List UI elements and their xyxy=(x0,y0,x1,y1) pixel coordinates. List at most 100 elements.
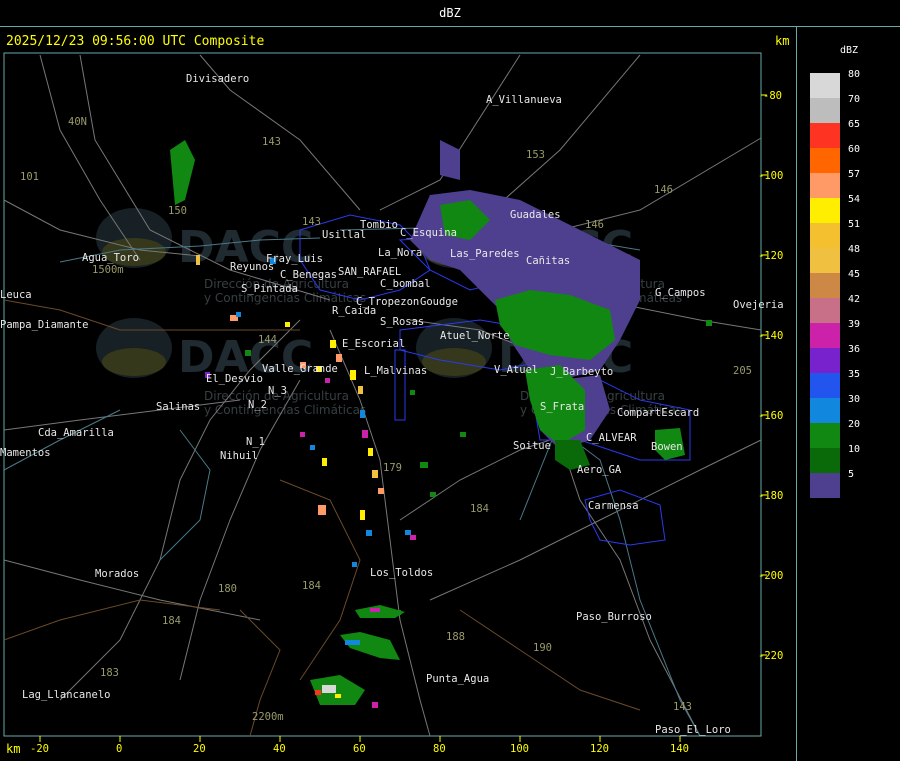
place-c-bombal: C_bombal xyxy=(380,278,431,290)
radar-map[interactable]: DACC DACC DACC DACC Dirección de Agricul… xyxy=(0,0,797,761)
place-el-desvio: El_Desvio xyxy=(206,373,263,385)
legend-label: 51 xyxy=(848,219,861,230)
legend-swatch xyxy=(810,248,840,273)
legend-swatch xyxy=(810,473,840,498)
place-s-rosas: S_Rosas xyxy=(380,316,424,328)
place-v-atuel: V_Atuel xyxy=(494,364,538,376)
place-g-campos: G_Campos xyxy=(655,287,706,299)
place-c-alvear: C_ALVEAR xyxy=(586,432,637,444)
place-ovejeria: Ovejeria xyxy=(733,299,784,311)
svg-text:143: 143 xyxy=(673,701,692,713)
place-los-toldos: Los_Toldos xyxy=(370,567,433,579)
svg-text:188: 188 xyxy=(446,631,465,643)
x-tick-label: 20 xyxy=(193,743,206,755)
legend-swatch xyxy=(810,323,840,348)
place-salinas: Salinas xyxy=(156,401,200,413)
y-unit-label: km xyxy=(775,34,790,48)
svg-text:183: 183 xyxy=(100,667,119,679)
legend-label: 48 xyxy=(848,244,861,255)
legend-label: 70 xyxy=(848,94,861,105)
svg-text:184: 184 xyxy=(470,503,489,515)
y-tick-label: -200 xyxy=(758,570,783,582)
place-a-villanueva: A_Villanueva xyxy=(486,94,562,106)
legend-swatch xyxy=(810,148,840,173)
place-aero-ga: Aero_GA xyxy=(577,464,622,476)
svg-text:153: 153 xyxy=(526,149,545,161)
place-las-paredes: Las_Paredes xyxy=(450,248,520,260)
legend-swatch xyxy=(810,373,840,398)
svg-text:146: 146 xyxy=(654,184,673,196)
svg-text:179: 179 xyxy=(383,462,402,474)
place-bowen: Bowen xyxy=(651,441,683,453)
x-tick-label: 140 xyxy=(670,743,689,755)
svg-text:40N: 40N xyxy=(68,116,87,128)
svg-text:2200m: 2200m xyxy=(252,711,284,723)
place-compartescard: CompartEscard xyxy=(617,407,699,419)
svg-text:143: 143 xyxy=(302,216,321,228)
place-agua-toro: Agua_Toro xyxy=(82,252,139,264)
place-n-1: N_1 xyxy=(246,436,265,448)
place-j-barbeyto: J_Barbeyto xyxy=(550,366,613,378)
place-punta-agua: Punta_Agua xyxy=(426,673,489,685)
place-mamentos: Mamentos xyxy=(0,447,51,459)
place-tombio: Tombio xyxy=(360,219,398,231)
place-valle-grande: Valle_Grande xyxy=(262,363,338,375)
place-c-esquina: C_Esquina xyxy=(400,227,457,239)
place-lag-llancanelo: Lag_Llancanelo xyxy=(22,689,111,701)
legend-swatch xyxy=(810,298,840,323)
svg-text:143: 143 xyxy=(262,136,281,148)
x-unit-label: km xyxy=(6,742,21,756)
legend-label: 45 xyxy=(848,269,861,280)
legend-label: 54 xyxy=(848,194,861,205)
svg-text:184: 184 xyxy=(162,615,181,627)
place-canitas: Cañitas xyxy=(526,255,570,267)
place-pampa-diamante: Pampa_Diamante xyxy=(0,319,89,331)
legend-label: 36 xyxy=(848,344,861,355)
x-axis: -20 0 20 40 60 80 100 120 140 xyxy=(30,736,689,755)
legend-swatch xyxy=(810,198,840,223)
place-leuca: Leuca xyxy=(0,289,32,301)
svg-text:150: 150 xyxy=(168,205,187,217)
x-tick-label: 120 xyxy=(590,743,609,755)
legend-swatch xyxy=(810,348,840,373)
legend-label: 10 xyxy=(848,444,861,455)
place-r-caida: R_Caida xyxy=(332,305,376,317)
legend-swatch xyxy=(810,273,840,298)
x-tick-label: 40 xyxy=(273,743,286,755)
legend-label: 80 xyxy=(848,69,861,80)
place-cda-amarilla: Cda_Amarilla xyxy=(38,427,114,439)
legend-title: dBZ xyxy=(840,45,859,56)
legend-swatch xyxy=(810,98,840,123)
place-c-benegas: C_Benegas xyxy=(280,269,337,281)
svg-text:184: 184 xyxy=(302,580,321,592)
place-l-malvinas: L_Malvinas xyxy=(364,365,427,377)
place-s-pintada: S_Pintada xyxy=(241,283,298,295)
place-paso-el-loro: Paso_El_Loro xyxy=(655,724,731,736)
place-s-frata: S_Frata xyxy=(540,401,584,413)
legend-label: 65 xyxy=(848,119,861,130)
place-n-2: N_2 xyxy=(248,399,267,411)
place-morados: Morados xyxy=(95,568,139,580)
legend-label: 39 xyxy=(848,319,861,330)
svg-text:190: 190 xyxy=(533,642,552,654)
timestamp-label: 2025/12/23 09:56:00 UTC Composite xyxy=(6,34,265,49)
place-n-3: N_3 xyxy=(268,385,287,397)
place-goudge: Goudge xyxy=(420,296,458,308)
svg-text:146: 146 xyxy=(585,219,604,231)
place-san-rafael: SAN_RAFAEL xyxy=(338,266,401,278)
y-axis: -80 -100 -120 -140 -160 -180 -200 -220 xyxy=(758,90,783,662)
place-la-nora: La_Nora xyxy=(378,247,422,259)
svg-text:101: 101 xyxy=(20,171,39,183)
place-e-escorial: E_Escorial xyxy=(342,338,405,350)
legend-label: 5 xyxy=(848,469,855,480)
place-guadales: Guadales xyxy=(510,209,561,221)
place-nihuil: Nihuil xyxy=(220,450,258,462)
y-tick-label: -220 xyxy=(758,650,783,662)
svg-text:180: 180 xyxy=(218,583,237,595)
y-tick-label: -120 xyxy=(758,250,783,262)
y-tick-label: -160 xyxy=(758,410,783,422)
legend-swatch xyxy=(810,398,840,423)
place-atuel-norte: Atuel_Norte xyxy=(440,330,510,342)
svg-text:205: 205 xyxy=(733,365,752,377)
x-tick-label: 80 xyxy=(433,743,446,755)
